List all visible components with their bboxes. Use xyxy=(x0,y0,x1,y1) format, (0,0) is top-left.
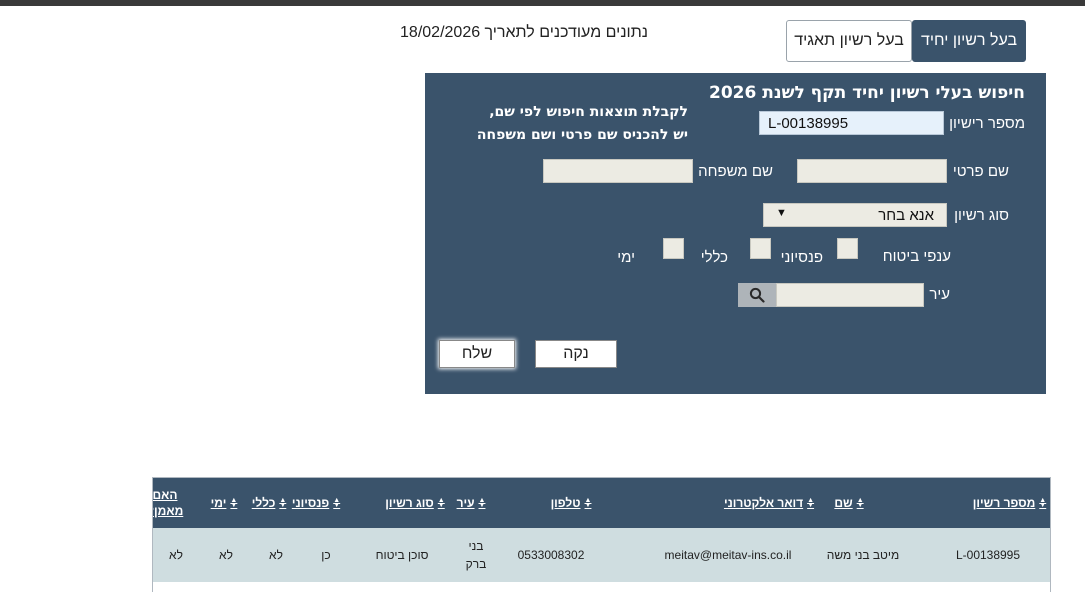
general-checkbox[interactable] xyxy=(750,238,771,259)
top-bar xyxy=(0,0,1085,6)
cell-trusted: לא xyxy=(169,548,183,562)
license-number-input[interactable] xyxy=(759,111,944,135)
cell-name: מיטב בני משה xyxy=(826,548,900,562)
column-header-license-number[interactable]: ▲ ▼ מספר רשיון xyxy=(969,478,1050,528)
sort-icon: ▲ ▼ xyxy=(478,497,486,509)
dropdown-arrow-icon: ▼ xyxy=(776,207,787,219)
city-search-button[interactable] xyxy=(738,283,776,307)
sort-icon: ▲ ▼ xyxy=(437,497,445,509)
last-name-input[interactable] xyxy=(543,159,693,183)
sort-icon: ▲ ▼ xyxy=(584,497,592,509)
sort-icon: ▲ ▼ xyxy=(807,497,815,509)
license-type-selected: אנא בחר xyxy=(878,207,934,224)
license-type-select[interactable]: אנא בחר ▼ xyxy=(763,203,947,227)
pension-label: פנסיוני xyxy=(780,249,823,266)
column-header-email[interactable]: ▲ ▼ דואר אלקטרוני xyxy=(679,478,859,528)
sort-icon: ▲ ▼ xyxy=(1039,497,1047,509)
license-number-label: מספר רישיון xyxy=(949,115,1025,132)
general-label: כללי xyxy=(700,249,728,266)
license-type-label: סוג רשיון xyxy=(954,207,1009,224)
first-name-input[interactable] xyxy=(797,159,947,183)
clear-button[interactable]: נקה xyxy=(535,340,617,368)
cell-license-number: L-00138995 xyxy=(955,548,1021,562)
column-header-pension[interactable]: ▲ ▼ פנסיוני xyxy=(289,478,343,528)
cell-email: meitav@meitav-ins.co.il xyxy=(664,548,792,562)
hint-line-1: לקבלת תוצאות חיפוש לפי שם, xyxy=(489,104,688,120)
column-header-phone[interactable]: ▲ ▼ טלפון xyxy=(536,478,606,528)
marine-checkbox[interactable] xyxy=(663,238,684,259)
data-updated-date: נתונים מעודכנים לתאריך 18/02/2026 xyxy=(400,24,648,41)
send-button[interactable]: שלח xyxy=(439,340,515,368)
insurance-branches-label: ענפי ביטוח xyxy=(882,248,951,265)
results-table-header: ▲ ▼ מספר רשיון ▲ ▼ שם ▲ ▼ דואר אלקטרוני ▲ ▼ … xyxy=(153,478,1050,528)
sort-icon: ▲ ▼ xyxy=(230,497,238,509)
city-input[interactable] xyxy=(776,283,924,307)
search-panel: חיפוש בעלי רשיון יחיד תקף לשנת 2026 לקבל… xyxy=(425,73,1046,394)
column-header-city[interactable]: ▲ ▼ עיר xyxy=(451,478,491,528)
search-icon xyxy=(749,287,765,303)
column-header-general[interactable]: ▲ ▼ כללי xyxy=(249,478,289,528)
marine-label: ימי xyxy=(617,249,635,266)
last-name-label: שם משפחה xyxy=(698,163,773,180)
column-header-marine[interactable]: ▲ ▼ ימי xyxy=(207,478,241,528)
cell-pension: כן xyxy=(321,548,331,562)
tab-single-license-holder[interactable]: בעל רשיון יחיד xyxy=(912,20,1026,62)
sort-icon: ▲ ▼ xyxy=(333,497,341,509)
pension-checkbox[interactable] xyxy=(837,238,858,259)
name-search-hint: לקבלת תוצאות חיפוש לפי שם, יש להכניס שם … xyxy=(445,101,688,147)
cell-general: לא xyxy=(269,548,283,562)
table-row: L-00138995 מיטב בני משה meitav@meitav-in… xyxy=(153,528,1050,582)
column-header-trusted[interactable]: האם מאמן? xyxy=(153,478,183,528)
results-table: ▲ ▼ מספר רשיון ▲ ▼ שם ▲ ▼ דואר אלקטרוני ▲ ▼ … xyxy=(152,477,1051,592)
cell-marine: לא xyxy=(219,548,233,562)
search-panel-title: חיפוש בעלי רשיון יחיד תקף לשנת 2026 xyxy=(709,83,1025,103)
first-name-label: שם פרטי xyxy=(952,163,1009,180)
tab-corporate-license-holder[interactable]: בעל רשיון תאגיד xyxy=(786,20,912,62)
cell-phone: 0533008302 xyxy=(517,548,585,562)
column-header-license-type[interactable]: ▲ ▼ סוג רשיון xyxy=(375,478,455,528)
cell-city: בני ברק xyxy=(465,539,487,571)
hint-line-2: יש להכניס שם פרטי ושם משפחה xyxy=(476,127,688,143)
city-label: עיר xyxy=(929,286,950,303)
cell-license-type: סוכן ביטוח xyxy=(375,548,429,562)
sort-icon: ▲ ▼ xyxy=(279,497,287,509)
